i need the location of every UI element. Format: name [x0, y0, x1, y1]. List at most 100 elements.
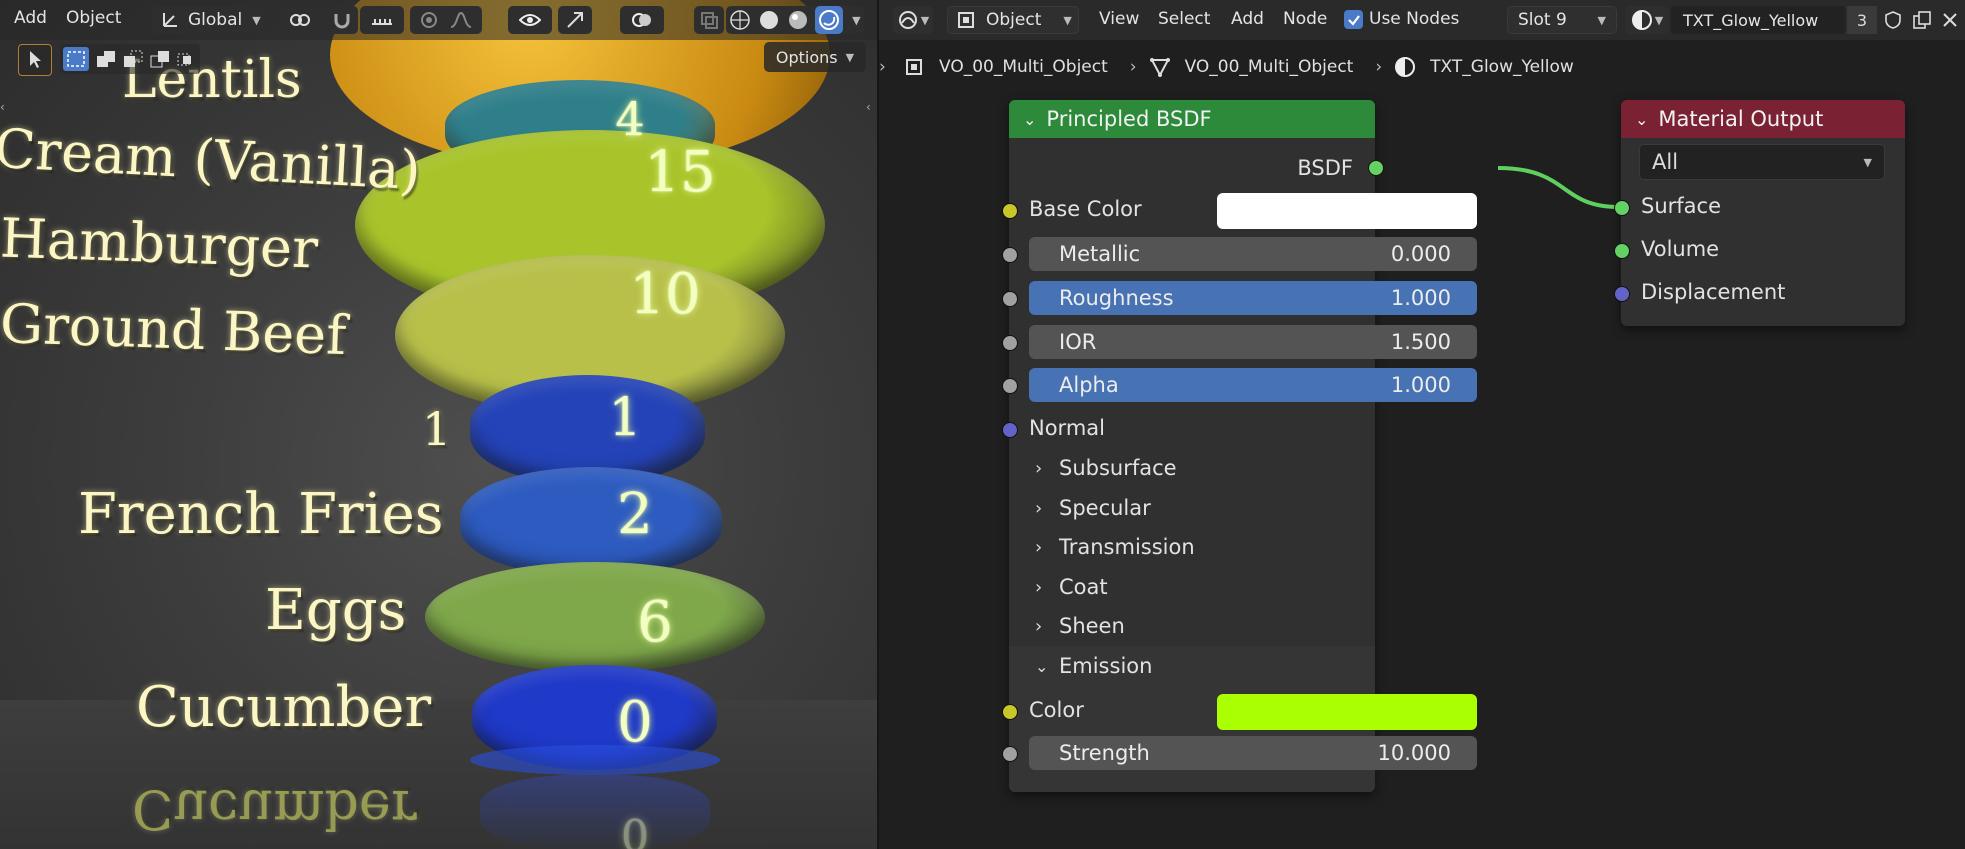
sheen-panel[interactable]: › Sheen: [1035, 614, 1125, 638]
emission-strength-field[interactable]: Strength 10.000: [1029, 736, 1477, 770]
magnet-icon: [334, 14, 350, 29]
orientation-axes-icon: [163, 13, 177, 27]
transform-orientation-dropdown[interactable]: Global ▼: [152, 6, 266, 34]
panel-label: Transmission: [1059, 535, 1195, 559]
proportional-editing-group[interactable]: [410, 6, 482, 34]
volume-socket[interactable]: [1614, 243, 1630, 259]
chevron-down-icon[interactable]: ⌄: [1635, 110, 1648, 129]
specular-panel[interactable]: › Specular: [1035, 496, 1151, 520]
node-title: Material Output: [1658, 107, 1824, 131]
stack-number: 1: [608, 388, 642, 448]
ior-socket[interactable]: [1002, 335, 1018, 351]
cursor-arrow-icon: [30, 51, 41, 68]
snap-increment-icon: [372, 19, 392, 25]
chevron-down-icon: ▼: [252, 13, 261, 27]
shading-mode-group[interactable]: ▼: [726, 6, 864, 34]
bsdf-output-socket[interactable]: [1368, 160, 1384, 176]
3d-viewport[interactable]: 4 15 10 1 2 6 0 0 Lentils Cream (Vanilla…: [0, 0, 877, 849]
roughness-field[interactable]: Roughness 1.000: [1029, 281, 1477, 315]
metallic-field[interactable]: Metallic 0.000: [1029, 237, 1477, 271]
select-extend-icon[interactable]: [96, 50, 116, 68]
emission-strength-socket[interactable]: [1002, 746, 1018, 762]
field-value: 1.500: [1390, 330, 1451, 354]
surface-label: Surface: [1641, 194, 1722, 218]
solid-shading-icon[interactable]: [758, 9, 780, 31]
principled-bsdf-node[interactable]: ⌄ Principled BSDF BSDF Base Color Metall…: [1002, 100, 1477, 792]
base-color-socket[interactable]: [1002, 203, 1018, 219]
scene-label: Hamburger: [0, 206, 320, 281]
scene-label: Cucumber: [136, 675, 432, 740]
panel-label: Emission: [1059, 654, 1153, 678]
stack-number: 0: [617, 690, 653, 755]
emission-panel[interactable]: ⌄ Emission: [1035, 654, 1152, 678]
snap-toggle[interactable]: [326, 6, 358, 34]
object-visibility-dropdown[interactable]: [508, 6, 552, 34]
chevron-down-icon[interactable]: ⌄: [1023, 110, 1036, 129]
transmission-panel[interactable]: › Transmission: [1035, 535, 1195, 559]
select-tool-button[interactable]: [18, 44, 52, 76]
select-new-button[interactable]: [63, 47, 90, 71]
select-intersect-icon[interactable]: [177, 50, 197, 68]
field-value: 1.000: [1390, 373, 1451, 397]
field-value: 10.000: [1377, 741, 1451, 765]
stack-number: 4: [615, 92, 645, 146]
shader-editor[interactable]: ▼ Object ▼ View Select Add Node Use Node…: [877, 0, 1965, 849]
coat-panel[interactable]: › Coat: [1035, 575, 1108, 599]
chevron-down-icon: ▼: [1863, 155, 1872, 169]
ior-field[interactable]: IOR 1.500: [1029, 325, 1477, 359]
field-value: 1.000: [1390, 286, 1451, 310]
menu-object[interactable]: Object: [66, 8, 121, 28]
snap-target-dropdown[interactable]: [360, 6, 404, 34]
sidebar-expand-icon[interactable]: ‹: [866, 100, 871, 114]
base-color-swatch[interactable]: [1217, 193, 1477, 229]
transform-orientation-label: Global: [188, 10, 243, 30]
selection-mode-group: [60, 44, 200, 74]
surface-socket[interactable]: [1614, 200, 1630, 216]
normal-socket[interactable]: [1002, 422, 1018, 438]
node-title: Principled BSDF: [1046, 107, 1212, 131]
node-header[interactable]: ⌄ Material Output: [1621, 100, 1905, 138]
gizmo-toggle[interactable]: [558, 6, 592, 34]
chevron-down-icon: ⌄: [1035, 656, 1049, 676]
overlays-toggle[interactable]: [620, 6, 664, 34]
node-header[interactable]: ⌄ Principled BSDF: [1009, 100, 1375, 138]
alpha-socket[interactable]: [1002, 378, 1018, 394]
displacement-label: Displacement: [1641, 280, 1786, 304]
alpha-field[interactable]: Alpha 1.000: [1029, 368, 1477, 402]
output-target-dropdown[interactable]: All ▼: [1639, 144, 1885, 180]
scene-mark: 1: [422, 402, 452, 456]
chevron-down-icon: ▼: [845, 50, 855, 64]
proportional-edit-icon: [421, 12, 437, 28]
metallic-socket[interactable]: [1002, 247, 1018, 263]
displacement-socket[interactable]: [1614, 286, 1630, 302]
output-target-label: All: [1652, 150, 1679, 174]
toolbar-expand-icon[interactable]: ‹: [0, 100, 5, 114]
wireframe-shading-icon[interactable]: [729, 9, 751, 31]
scene-label-reflection: Cucumber: [132, 778, 417, 841]
pivot-point-dropdown[interactable]: [278, 6, 322, 34]
subsurface-panel[interactable]: › Subsurface: [1035, 456, 1177, 480]
roughness-socket[interactable]: [1002, 291, 1018, 307]
xray-toggle[interactable]: [694, 6, 724, 34]
emission-color-label: Color: [1029, 698, 1084, 722]
stack-number: 6: [637, 590, 673, 655]
menu-add[interactable]: Add: [14, 8, 47, 28]
stack-ring-6: [425, 562, 765, 672]
base-color-label: Base Color: [1029, 197, 1142, 221]
select-invert-icon[interactable]: [150, 50, 170, 68]
emission-color-socket[interactable]: [1002, 704, 1018, 720]
chevron-down-icon[interactable]: ▼: [852, 14, 860, 27]
emission-color-swatch[interactable]: [1217, 694, 1477, 730]
material-output-node[interactable]: ⌄ Material Output All ▼ Surface Volume D…: [1614, 100, 1905, 326]
options-dropdown[interactable]: Options ▼: [764, 42, 866, 72]
eye-icon: [519, 14, 541, 26]
overlays-icon: [632, 13, 651, 27]
falloff-curve-icon: [450, 11, 472, 28]
rendered-shading-button[interactable]: [815, 6, 844, 34]
viewport-header: Add Object Global ▼ ▼: [0, 0, 877, 40]
material-preview-icon[interactable]: [787, 9, 809, 31]
panel-label: Subsurface: [1059, 456, 1177, 480]
stack-number: 15: [644, 140, 716, 205]
bsdf-output-label: BSDF: [1297, 156, 1353, 180]
select-subtract-icon[interactable]: [123, 50, 143, 68]
